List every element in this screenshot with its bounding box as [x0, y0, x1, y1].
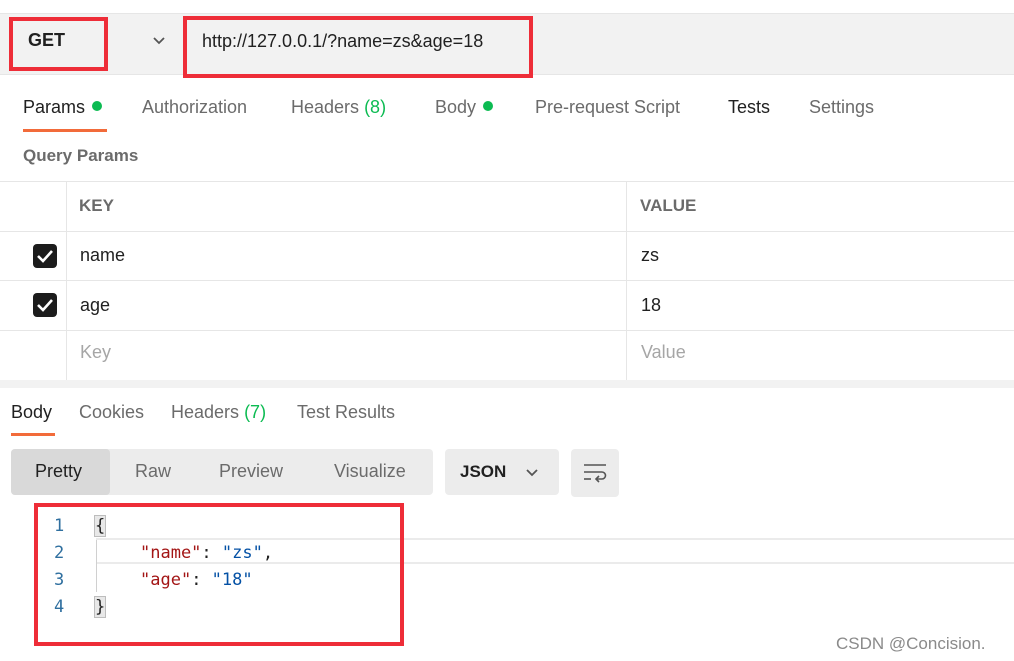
tab-tests[interactable]: Tests: [728, 97, 770, 118]
chevron-down-icon[interactable]: [151, 33, 167, 49]
wrap-lines-button[interactable]: [571, 449, 619, 497]
checkbox-checked-icon[interactable]: [33, 293, 57, 317]
table-border: [626, 181, 627, 380]
tab-params[interactable]: Params: [23, 97, 103, 118]
response-tab-headers[interactable]: Headers (7): [171, 402, 266, 423]
table-border: [66, 181, 67, 380]
tab-authorization-label: Authorization: [142, 97, 248, 117]
new-value-input[interactable]: Value: [641, 342, 686, 363]
active-tab-indicator: [23, 129, 107, 132]
tab-headers-count: (8): [364, 97, 387, 117]
param-value[interactable]: 18: [641, 295, 661, 316]
chevron-down-icon: [526, 469, 538, 477]
highlight-method: [9, 17, 108, 71]
table-border: [0, 280, 1014, 281]
pretty-button[interactable]: Pretty: [35, 461, 82, 482]
tab-pre-request-label: Pre-request Script: [535, 97, 681, 117]
visualize-button[interactable]: Visualize: [334, 461, 406, 482]
param-value[interactable]: zs: [641, 245, 659, 266]
raw-button[interactable]: Raw: [135, 461, 171, 482]
response-tab-headers-count: (7): [244, 402, 267, 422]
param-key[interactable]: name: [80, 245, 125, 266]
highlight-url: [183, 16, 533, 78]
wrap-lines-icon: [584, 464, 607, 483]
tab-headers[interactable]: Headers (8): [291, 97, 386, 118]
body-dot-icon: [483, 101, 494, 112]
new-key-input[interactable]: Key: [80, 342, 111, 363]
response-tab-cookies[interactable]: Cookies: [79, 402, 144, 423]
table-border: [0, 231, 1014, 232]
tab-settings-label: Settings: [809, 97, 875, 117]
tab-headers-label: Headers: [291, 97, 360, 117]
tab-body[interactable]: Body: [435, 97, 494, 118]
watermark: CSDN @Concision.: [836, 634, 986, 653]
table-border: [0, 181, 1014, 182]
table-border: [0, 330, 1014, 331]
tab-authorization[interactable]: Authorization: [142, 97, 247, 118]
preview-button[interactable]: Preview: [219, 461, 283, 482]
response-tab-body[interactable]: Body: [11, 402, 52, 423]
tab-tests-label: Tests: [728, 97, 771, 117]
format-select-label: JSON: [460, 462, 507, 481]
active-response-tab-indicator: [11, 433, 55, 436]
params-dot-icon: [92, 101, 103, 112]
highlight-response: [34, 503, 404, 646]
tab-body-label: Body: [435, 97, 477, 117]
column-header-key: KEY: [79, 196, 114, 215]
response-tab-test-results[interactable]: Test Results: [297, 402, 395, 423]
query-params-title: Query Params: [23, 146, 139, 165]
tab-pre-request-script[interactable]: Pre-request Script: [535, 97, 680, 118]
param-key[interactable]: age: [80, 295, 110, 316]
tab-settings[interactable]: Settings: [809, 97, 874, 118]
column-header-value: VALUE: [640, 196, 697, 215]
section-divider: [0, 380, 1014, 388]
tab-params-label: Params: [23, 97, 86, 117]
response-tab-headers-label: Headers: [171, 402, 240, 422]
checkbox-checked-icon[interactable]: [33, 244, 57, 268]
